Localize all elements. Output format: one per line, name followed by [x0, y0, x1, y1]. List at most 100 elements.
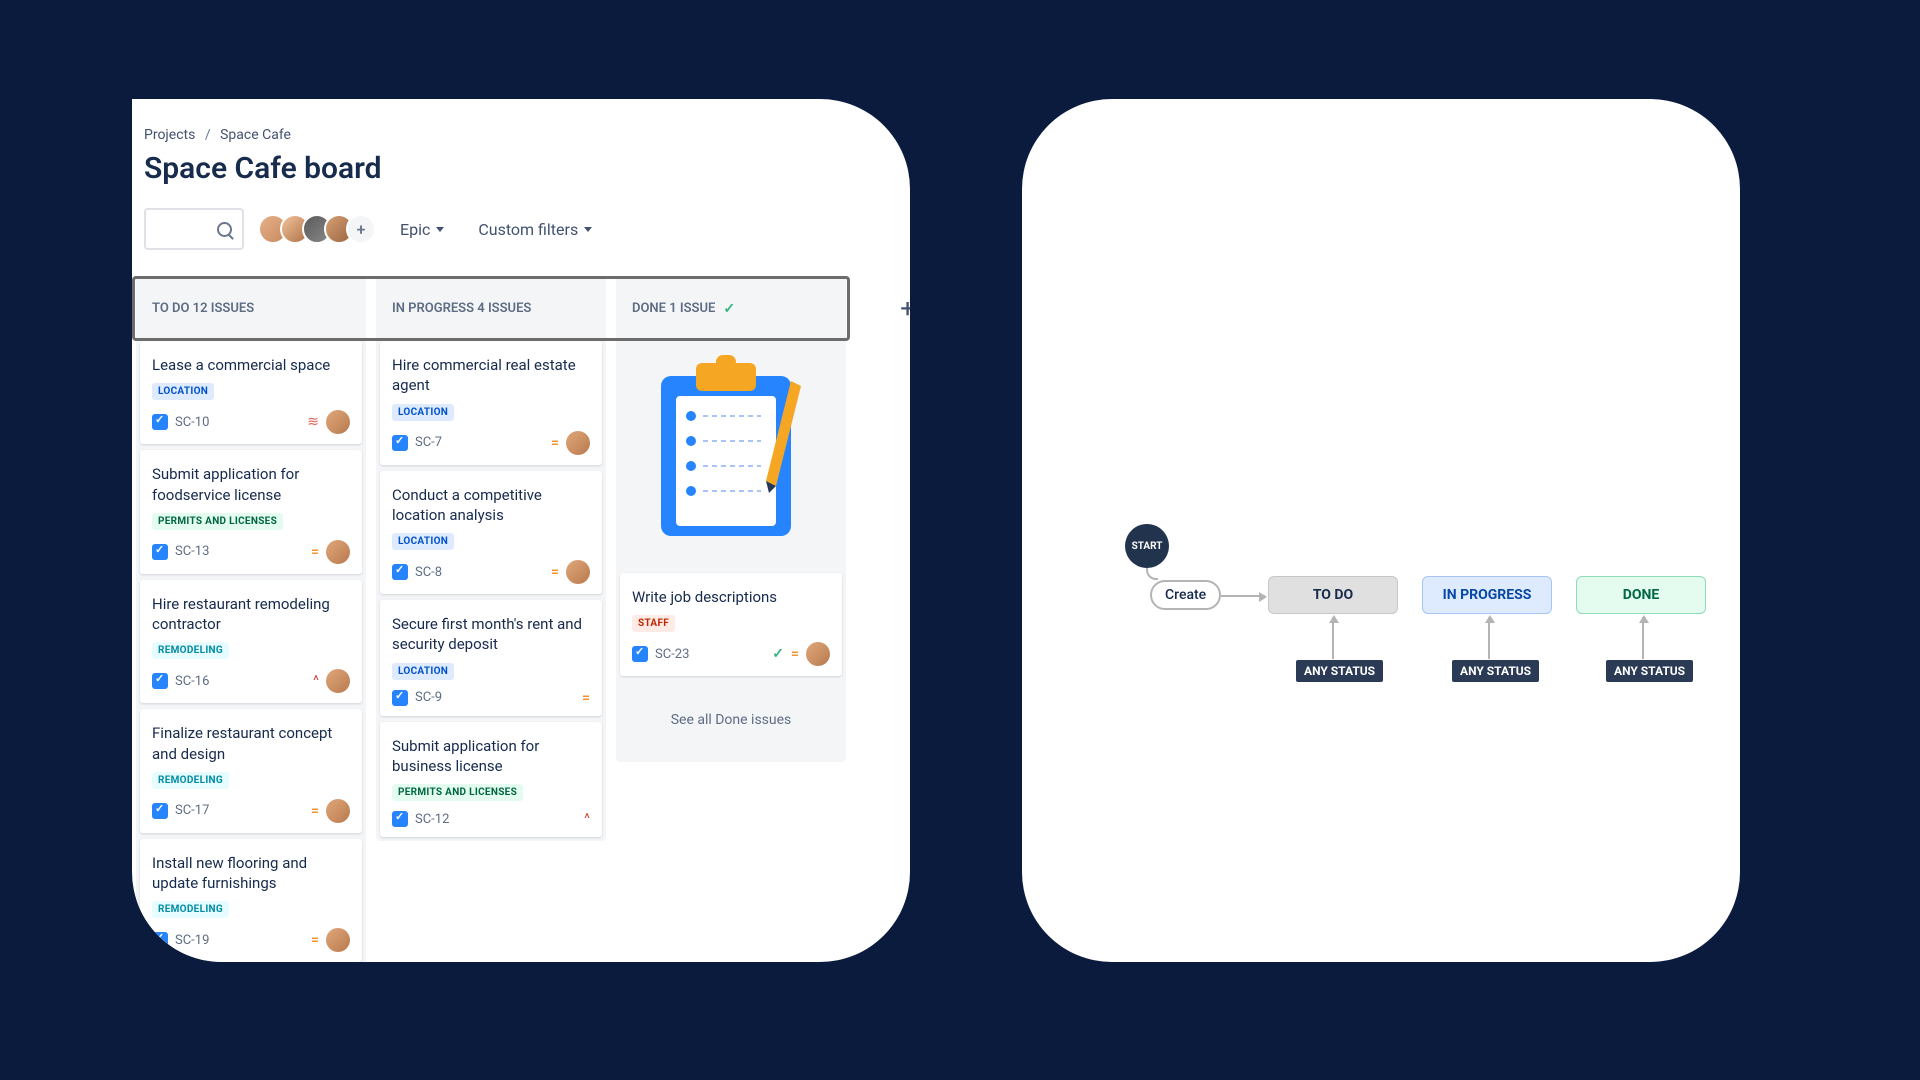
- arrow-any-to-inprogress: [1488, 617, 1490, 659]
- task-icon: [632, 646, 648, 662]
- assignee-avatar[interactable]: [566, 431, 590, 455]
- priority-icon: =: [311, 544, 319, 560]
- workflow-panel: START Create TO DO IN PROGRESS DONE ANY …: [1022, 99, 1740, 962]
- issue-card[interactable]: Finalize restaurant concept and designRE…: [140, 709, 362, 833]
- any-status-label: ANY STATUS: [1606, 660, 1693, 682]
- status-inprogress[interactable]: IN PROGRESS: [1422, 576, 1552, 614]
- column-todo: TO DO 12 ISSUES Lease a commercial space…: [136, 276, 366, 962]
- card-footer: SC-7=: [392, 431, 590, 455]
- epic-label: Epic: [400, 220, 430, 239]
- chevron-down-icon: [436, 227, 444, 232]
- assignee-avatar[interactable]: [566, 560, 590, 584]
- assignee-avatar[interactable]: [326, 799, 350, 823]
- chevron-down-icon: [584, 227, 592, 232]
- issue-card[interactable]: Hire commercial real estate agentLOCATIO…: [380, 341, 602, 465]
- column-header-label: IN PROGRESS 4 ISSUES: [392, 301, 531, 316]
- column-body-done: Write job descriptionsSTAFFSC-23✓=See al…: [616, 341, 846, 762]
- card-title: Write job descriptions: [632, 587, 830, 607]
- issue-key: SC-13: [175, 544, 209, 559]
- priority-icon: ^: [584, 811, 590, 827]
- card-footer: SC-10≋: [152, 410, 350, 434]
- card-tag: REMODELING: [152, 642, 229, 659]
- card-tag: PERMITS AND LICENSES: [392, 784, 523, 801]
- priority-icon: =: [791, 646, 799, 662]
- column-header-todo[interactable]: TO DO 12 ISSUES: [136, 276, 366, 341]
- assignee-avatar[interactable]: [806, 642, 830, 666]
- search-icon: [217, 222, 232, 237]
- custom-filters-dropdown[interactable]: Custom filters: [468, 214, 602, 245]
- issue-key: SC-17: [175, 803, 209, 818]
- epic-dropdown[interactable]: Epic: [390, 214, 454, 245]
- card-tag: PERMITS AND LICENSES: [152, 513, 283, 530]
- check-icon: ✓: [723, 301, 735, 317]
- priority-icon: =: [551, 564, 559, 580]
- issue-card[interactable]: Conduct a competitive location analysis L…: [380, 471, 602, 595]
- issue-card[interactable]: Lease a commercial spaceLOCATIONSC-10≋: [140, 341, 362, 444]
- any-status-label: ANY STATUS: [1296, 660, 1383, 682]
- card-tag: REMODELING: [152, 901, 229, 918]
- task-icon: [152, 803, 168, 819]
- assignee-avatar[interactable]: [326, 669, 350, 693]
- status-done[interactable]: DONE: [1576, 576, 1706, 614]
- issue-key: SC-7: [415, 435, 442, 450]
- card-title: Conduct a competitive location analysis: [392, 485, 590, 526]
- start-node[interactable]: START: [1125, 524, 1169, 568]
- elbow-connector: [1146, 568, 1158, 580]
- breadcrumb: Projects / Space Cafe: [132, 99, 910, 143]
- card-footer: SC-13 =: [152, 540, 350, 564]
- card-footer: SC-16^: [152, 669, 350, 693]
- assignee-avatar[interactable]: [326, 928, 350, 952]
- issue-card[interactable]: Submit application for business license P…: [380, 722, 602, 838]
- column-body-todo: Lease a commercial spaceLOCATIONSC-10≋ Su…: [136, 341, 366, 962]
- breadcrumb-space-cafe[interactable]: Space Cafe: [220, 127, 291, 143]
- card-title: Secure first month's rent and security d…: [392, 614, 590, 655]
- priority-icon: =: [311, 932, 319, 948]
- card-title: Submit application for business license: [392, 736, 590, 777]
- issue-card[interactable]: Hire restaurant remodeling contractor REM…: [140, 580, 362, 704]
- issue-card[interactable]: Install new flooring and update furnishi…: [140, 839, 362, 962]
- assignee-avatar[interactable]: [326, 410, 350, 434]
- issue-key: SC-10: [175, 415, 209, 430]
- issue-key: SC-19: [175, 933, 209, 948]
- page-title: Space Cafe board: [132, 143, 910, 186]
- add-column-button[interactable]: +: [900, 294, 910, 324]
- assignee-avatar[interactable]: [326, 540, 350, 564]
- issue-card[interactable]: Write job descriptionsSTAFFSC-23✓=: [620, 573, 842, 676]
- task-icon: [392, 564, 408, 580]
- card-footer: SC-9=: [392, 690, 590, 706]
- task-icon: [392, 435, 408, 451]
- card-tag: STAFF: [632, 615, 675, 632]
- card-title: Lease a commercial space: [152, 355, 350, 375]
- create-node[interactable]: Create: [1150, 580, 1221, 610]
- card-title: Install new flooring and update furnishi…: [152, 853, 350, 894]
- column-header-inprogress[interactable]: IN PROGRESS 4 ISSUES: [376, 276, 606, 341]
- avatar-stack: +: [258, 214, 376, 244]
- issue-key: SC-8: [415, 565, 442, 580]
- arrow-any-to-todo: [1332, 617, 1334, 659]
- task-icon: [152, 673, 168, 689]
- card-title: Hire commercial real estate agent: [392, 355, 590, 396]
- workflow-diagram: START Create TO DO IN PROGRESS DONE ANY …: [1102, 507, 1700, 787]
- search-input[interactable]: [144, 208, 244, 250]
- card-tag: LOCATION: [392, 533, 454, 550]
- column-body-inprogress: Hire commercial real estate agent LOCATIO…: [376, 341, 606, 841]
- card-title: Submit application for foodservice licen…: [152, 464, 350, 505]
- priority-icon: =: [311, 803, 319, 819]
- issue-key: SC-9: [415, 690, 442, 705]
- see-all-done-link[interactable]: See all Done issues: [620, 682, 842, 758]
- issue-card[interactable]: Submit application for foodservice licen…: [140, 450, 362, 574]
- status-todo[interactable]: TO DO: [1268, 576, 1398, 614]
- issue-card[interactable]: Secure first month's rent and security d…: [380, 600, 602, 716]
- column-inprogress: IN PROGRESS 4 ISSUES Hire commercial rea…: [376, 276, 606, 962]
- card-footer: SC-17 =: [152, 799, 350, 823]
- column-header-label: TO DO 12 ISSUES: [152, 301, 254, 316]
- priority-icon: ^: [313, 673, 319, 689]
- card-tag: LOCATION: [392, 663, 454, 680]
- custom-filters-label: Custom filters: [478, 220, 578, 239]
- breadcrumb-projects[interactable]: Projects: [144, 127, 195, 143]
- task-icon: [392, 811, 408, 827]
- arrow-create-to-todo: [1221, 595, 1265, 597]
- column-header-done[interactable]: DONE 1 ISSUE ✓: [616, 276, 846, 341]
- add-people-button[interactable]: +: [346, 214, 376, 244]
- card-title: Hire restaurant remodeling contractor: [152, 594, 350, 635]
